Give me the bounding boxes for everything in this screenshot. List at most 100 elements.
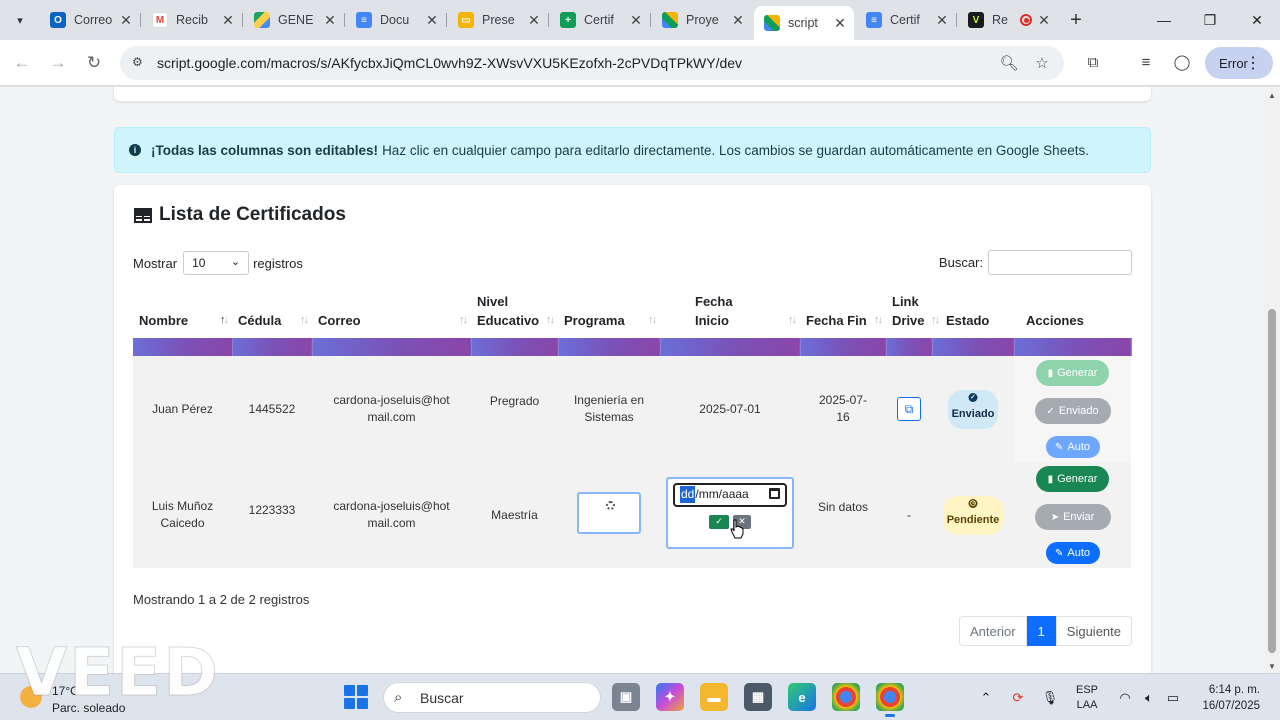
site-info-icon[interactable]: ⚙ bbox=[132, 55, 148, 71]
system-clock[interactable]: 6:14 p. m. 16/07/2025 bbox=[1198, 682, 1260, 714]
browser-tab[interactable]: O Correo ✕ bbox=[40, 6, 141, 34]
zoom-icon[interactable]: 🔍︎ bbox=[999, 53, 1019, 73]
cell-nivel[interactable]: Maestría bbox=[471, 462, 558, 568]
calculator-icon[interactable]: ▦ bbox=[744, 683, 772, 711]
browser-tab[interactable]: + Certif ✕ bbox=[550, 6, 651, 34]
url-text[interactable]: script.google.com/macros/s/AKfycbxJiQmCL… bbox=[157, 55, 742, 71]
scroll-up-icon[interactable]: ▲ bbox=[1268, 91, 1276, 100]
column-header-cedula[interactable]: Cédula ↑↓ bbox=[232, 292, 312, 338]
reload-icon[interactable]: ↻ bbox=[80, 49, 108, 77]
file-explorer-icon[interactable]: ▬ bbox=[700, 683, 728, 711]
date-input[interactable]: dd/mm/aaaa bbox=[673, 482, 787, 507]
browser-tab-active[interactable]: script ✕ bbox=[754, 6, 854, 40]
close-tab-icon[interactable]: ✕ bbox=[424, 12, 440, 28]
confirm-check-icon[interactable]: ✓ bbox=[709, 514, 729, 529]
battery-icon[interactable]: ▭ bbox=[1162, 687, 1184, 709]
browser-tab[interactable]: M Recib ✕ bbox=[142, 6, 243, 34]
profile-icon[interactable]: ◯ bbox=[1171, 51, 1193, 73]
cell-estado: ✓ Enviado bbox=[932, 356, 1014, 462]
chrome-icon[interactable] bbox=[832, 683, 860, 711]
profile-error-button[interactable]: Error ⋮ bbox=[1205, 47, 1273, 79]
cell-fecha-fin[interactable]: Sin datos bbox=[800, 462, 886, 568]
cell-correo[interactable]: cardona-joseluis@hotmail.com bbox=[312, 462, 471, 568]
volume-icon[interactable]: 🔈︎ bbox=[1138, 687, 1160, 709]
page-length-select[interactable]: 10 ⌄ bbox=[183, 251, 250, 275]
search-input[interactable] bbox=[988, 250, 1132, 275]
column-header-fecha-fin[interactable]: Fecha Fin ↑↓ bbox=[800, 292, 886, 338]
browser-tab[interactable]: Proye ✕ bbox=[652, 6, 752, 34]
auto-button[interactable]: ✎ Auto bbox=[1045, 542, 1100, 564]
close-tab-icon[interactable]: ✕ bbox=[1036, 12, 1052, 28]
address-bar[interactable]: ⚙ script.google.com/macros/s/AKfycbxJiQm… bbox=[120, 46, 1064, 80]
back-icon[interactable]: ← bbox=[8, 49, 36, 77]
windows-start-icon[interactable] bbox=[344, 685, 368, 709]
forward-icon[interactable]: → bbox=[44, 49, 72, 77]
calendar-icon[interactable] bbox=[769, 487, 780, 499]
scrollbar-thumb[interactable] bbox=[1268, 309, 1276, 653]
scroll-down-icon[interactable]: ▼ bbox=[1268, 662, 1276, 671]
language-indicator[interactable]: ESP LAA bbox=[1076, 683, 1098, 713]
close-tab-icon[interactable]: ✕ bbox=[628, 12, 644, 28]
browser-tab[interactable]: ▭ Prese ✕ bbox=[448, 6, 549, 34]
previous-card bbox=[114, 87, 1151, 101]
column-header-correo[interactable]: Correo ↑↓ bbox=[312, 292, 471, 338]
cell-programa[interactable]: Ingeniería en Sistemas bbox=[558, 356, 660, 462]
close-tab-icon[interactable]: ✕ bbox=[526, 12, 542, 28]
cell-nombre[interactable]: Luis Muñoz Caicedo bbox=[133, 462, 232, 568]
cell-nombre[interactable]: Juan Pérez bbox=[133, 356, 232, 462]
show-hidden-icons-chevron-icon[interactable]: ⌃ bbox=[975, 687, 997, 709]
browser-tab[interactable]: GENE ✕ bbox=[244, 6, 345, 34]
browser-tab[interactable]: V Re ✕ bbox=[958, 6, 1058, 34]
taskbar-search[interactable]: ⌕ Buscar bbox=[383, 682, 601, 713]
recording-icon bbox=[1020, 14, 1032, 26]
external-link-icon[interactable]: ⧉ bbox=[897, 397, 921, 421]
cell-fecha-fin[interactable]: 2025-07-16 bbox=[800, 356, 886, 462]
tab-search-chevron-icon[interactable]: ▾ bbox=[6, 6, 34, 34]
cell-correo[interactable]: cardona-joseluis@hotmail.com bbox=[312, 356, 471, 462]
program-edit-box[interactable] bbox=[577, 491, 641, 534]
chrome-profile-icon[interactable] bbox=[876, 683, 904, 717]
new-tab-icon[interactable]: + bbox=[1064, 8, 1088, 32]
media-controls-icon[interactable]: ≡ bbox=[1135, 51, 1157, 73]
vertical-scrollbar[interactable]: ▲ ▼ bbox=[1264, 87, 1280, 673]
close-tab-icon[interactable]: ✕ bbox=[118, 12, 134, 28]
generate-button[interactable]: ▮ Generar bbox=[1036, 360, 1109, 386]
page-1-button[interactable]: 1 bbox=[1026, 616, 1056, 646]
cell-programa-editing bbox=[558, 462, 660, 568]
close-tab-icon[interactable]: ✕ bbox=[220, 12, 236, 28]
browser-tab[interactable]: ≡ Certif ✕ bbox=[856, 6, 957, 34]
wifi-icon[interactable]: ◠ bbox=[1114, 687, 1136, 709]
microphone-icon[interactable]: 🎙︎ bbox=[1039, 687, 1061, 709]
close-tab-icon[interactable]: ✕ bbox=[322, 12, 338, 28]
cell-cedula[interactable]: 1223333 bbox=[232, 462, 312, 568]
next-page-button[interactable]: Siguiente bbox=[1055, 616, 1132, 646]
cell-fecha-inicio[interactable]: 2025-07-01 bbox=[660, 356, 800, 462]
browser-tab[interactable]: ≡ Docu ✕ bbox=[346, 6, 447, 34]
column-header-link-drive[interactable]: Link Drive ↑↓ bbox=[886, 292, 940, 338]
extensions-icon[interactable]: ⧉ bbox=[1082, 51, 1104, 73]
auto-button[interactable]: ✎ Auto bbox=[1045, 436, 1100, 458]
copilot-icon[interactable]: ✦ bbox=[656, 683, 684, 711]
close-tab-icon[interactable]: ✕ bbox=[934, 12, 950, 28]
sent-button[interactable]: ✓ Enviado bbox=[1034, 398, 1111, 424]
close-tab-icon[interactable]: ✕ bbox=[730, 12, 746, 28]
generate-button[interactable]: ▮ Generar bbox=[1036, 466, 1109, 492]
edge-icon[interactable]: e bbox=[788, 683, 816, 711]
close-tab-icon[interactable]: ✕ bbox=[832, 15, 848, 31]
close-window-icon[interactable]: ✕ bbox=[1234, 0, 1280, 40]
column-header-estado[interactable]: Estado bbox=[932, 292, 1014, 338]
column-header-nombre[interactable]: Nombre ↑↓ bbox=[133, 292, 232, 338]
restore-icon[interactable]: ❐ bbox=[1187, 0, 1233, 40]
minimize-icon[interactable]: — bbox=[1141, 0, 1187, 40]
column-header-programa[interactable]: Programa ↑↓ bbox=[558, 292, 660, 338]
column-header-nivel[interactable]: Nivel Educativo ↑↓ bbox=[471, 292, 558, 338]
cell-cedula[interactable]: 1445522 bbox=[232, 356, 312, 462]
more-menu-icon[interactable]: ⋮ bbox=[1245, 53, 1261, 73]
sync-icon[interactable]: ⟳ bbox=[1007, 687, 1029, 709]
task-view-icon[interactable]: ▣ bbox=[612, 683, 640, 711]
previous-page-button[interactable]: Anterior bbox=[959, 616, 1027, 646]
column-header-fecha-inicio[interactable]: Fecha Inicio ↑↓ bbox=[660, 292, 800, 338]
bookmark-star-icon[interactable]: ☆ bbox=[1032, 53, 1052, 73]
send-button[interactable]: ➤ Enviar bbox=[1034, 504, 1111, 530]
cell-nivel[interactable]: Pregrado bbox=[471, 356, 558, 462]
